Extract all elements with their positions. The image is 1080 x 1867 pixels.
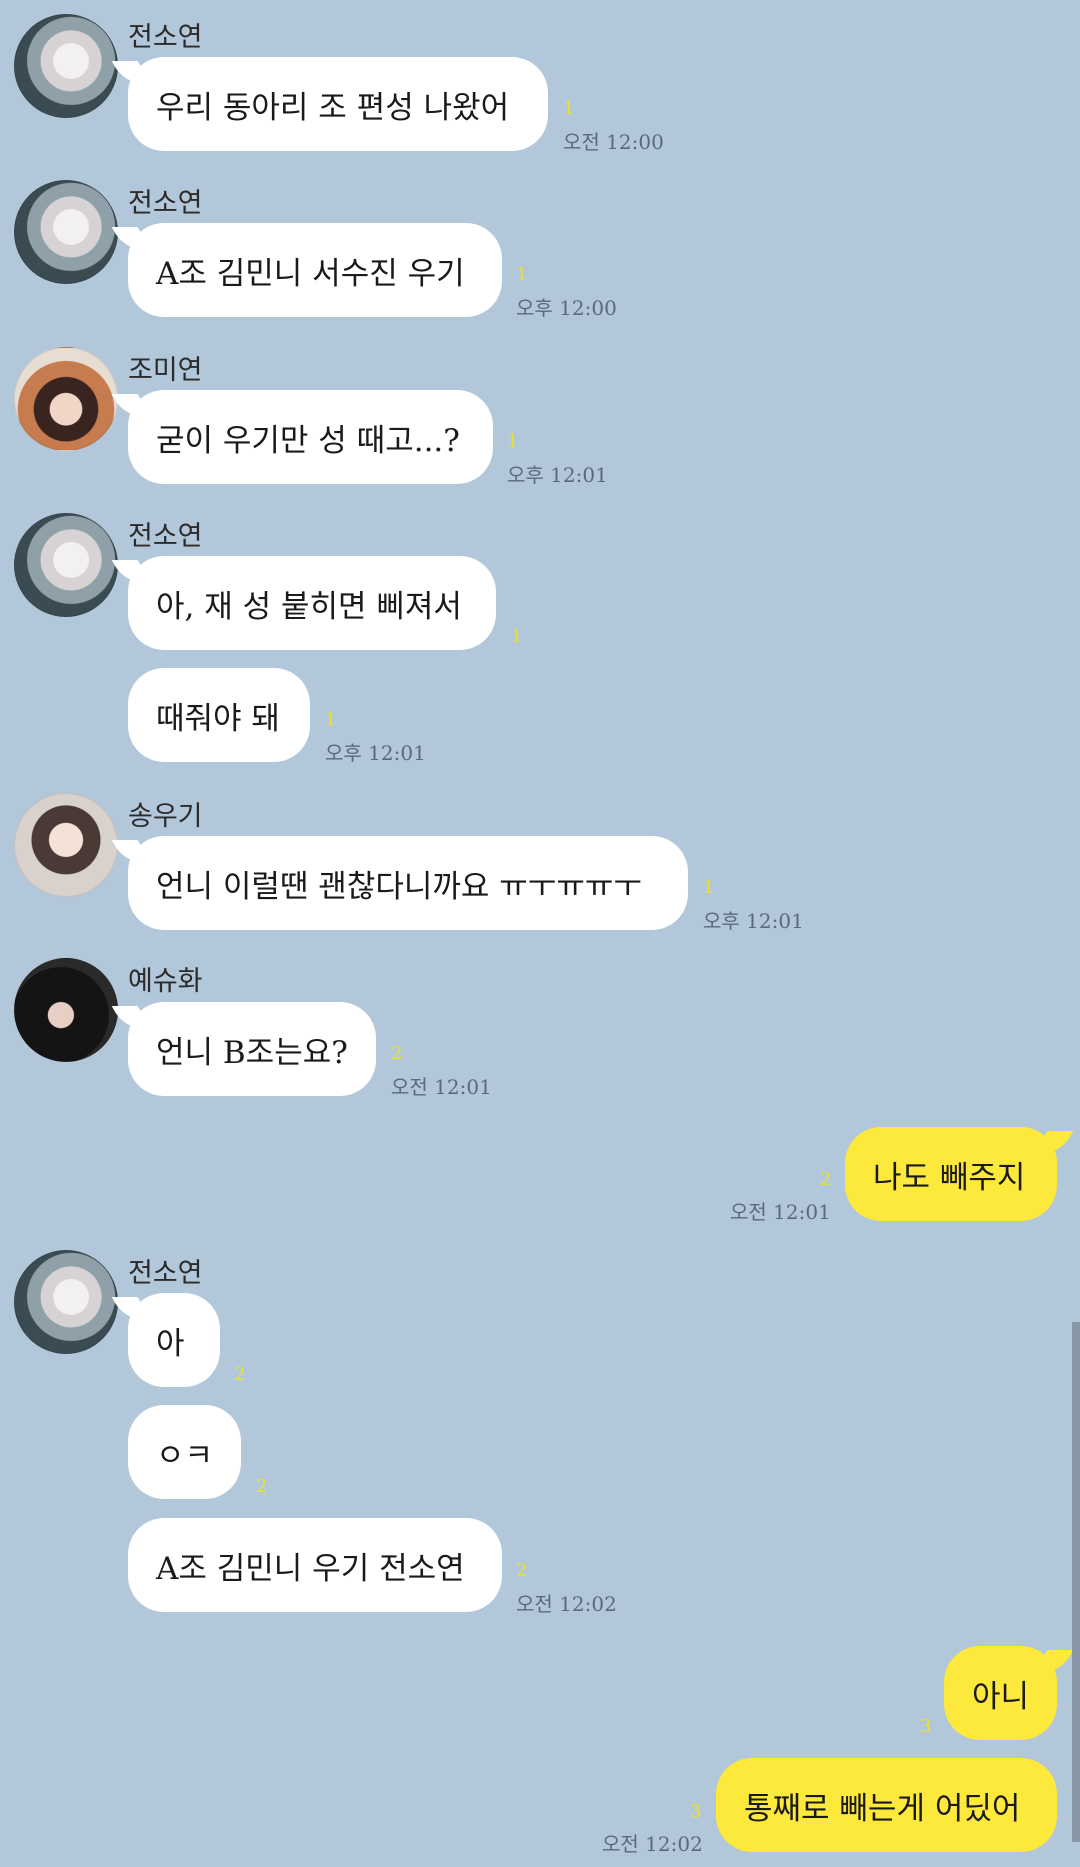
- unread-count: 1: [516, 264, 528, 285]
- unread-count: 2: [516, 1560, 528, 1581]
- message-bubble[interactable]: A조 김민니 우기 전소연: [128, 1518, 502, 1612]
- sender-name: 송우기: [128, 801, 203, 832]
- message-time: 오후 12:01: [325, 741, 426, 765]
- message-text: 굳이 우기만 성 때고...?: [156, 422, 460, 459]
- unread-count: 1: [507, 431, 519, 452]
- my-message-bubble[interactable]: 나도 빼주지: [845, 1127, 1057, 1221]
- unread-count: 2: [234, 1364, 246, 1385]
- unread-count: 2: [256, 1476, 268, 1497]
- message-text: 때줘야 돼: [156, 700, 280, 737]
- message-time: 오전 12:02: [602, 1832, 703, 1856]
- sender-name: 전소연: [128, 1258, 203, 1289]
- message-time: 오후 12:01: [507, 463, 608, 487]
- user-photo-icon: [15, 514, 117, 616]
- message-bubble[interactable]: 때줘야 돼: [128, 668, 310, 762]
- message-time: 오후 12:00: [516, 296, 617, 320]
- avatar[interactable]: [14, 180, 118, 284]
- unread-count: 3: [920, 1716, 932, 1737]
- message-text: A조 김민니 우기 전소연: [156, 1550, 465, 1587]
- message-bubble[interactable]: A조 김민니 서수진 우기: [128, 223, 502, 317]
- unread-count: 1: [511, 626, 523, 647]
- sender-name: 조미연: [128, 355, 203, 386]
- sender-name: 전소연: [128, 188, 203, 219]
- user-photo-icon: [15, 794, 117, 896]
- message-text: ㅇㅋ: [156, 1437, 214, 1474]
- message-text: 언니 B조는요?: [156, 1034, 348, 1071]
- user-photo-icon: [15, 15, 117, 117]
- unread-count: 2: [391, 1043, 403, 1064]
- message-bubble[interactable]: 언니 B조는요?: [128, 1002, 376, 1096]
- unread-count: 3: [690, 1801, 702, 1822]
- message-text: 통째로 빼는게 어딨어: [744, 1790, 1021, 1827]
- message-text: 아: [156, 1325, 185, 1362]
- avatar[interactable]: [14, 347, 118, 451]
- unread-count: 1: [703, 877, 715, 898]
- unread-count: 2: [820, 1169, 832, 1190]
- avatar[interactable]: [14, 14, 118, 118]
- message-bubble[interactable]: ㅇㅋ: [128, 1405, 241, 1499]
- message-bubble[interactable]: 언니 이럴땐 괜찮다니까요 ㅠㅜㅠㅠㅜ: [128, 836, 688, 930]
- message-text: A조 김민니 서수진 우기: [156, 255, 465, 292]
- message-time: 오전 12:02: [516, 1592, 617, 1616]
- message-time: 오전 12:01: [730, 1200, 831, 1224]
- user-photo-icon: [15, 181, 117, 283]
- user-photo-icon: [15, 959, 117, 1061]
- message-text: 우리 동아리 조 편성 나왔어: [156, 89, 510, 126]
- unread-count: 1: [563, 98, 575, 119]
- message-text: 언니 이럴땐 괜찮다니까요 ㅠㅜㅠㅠㅜ: [156, 868, 642, 905]
- avatar[interactable]: [14, 793, 118, 897]
- message-bubble[interactable]: 굳이 우기만 성 때고...?: [128, 390, 493, 484]
- message-text: 아, 재 성 붙히면 삐져서: [156, 588, 462, 625]
- message-bubble[interactable]: 우리 동아리 조 편성 나왔어: [128, 57, 548, 151]
- avatar[interactable]: [14, 1250, 118, 1354]
- message-bubble[interactable]: 아: [128, 1293, 220, 1387]
- avatar[interactable]: [14, 513, 118, 617]
- my-message-bubble[interactable]: 아니: [944, 1646, 1057, 1740]
- scrollbar[interactable]: [1072, 1322, 1080, 1842]
- message-text: 아니: [972, 1678, 1030, 1715]
- user-photo-icon: [15, 348, 117, 450]
- message-time: 오전 12:00: [563, 130, 664, 154]
- avatar[interactable]: [14, 958, 118, 1062]
- my-message-bubble[interactable]: 통째로 빼는게 어딨어: [716, 1758, 1057, 1852]
- sender-name: 전소연: [128, 22, 203, 53]
- message-time: 오전 12:01: [391, 1075, 492, 1099]
- sender-name: 예슈화: [128, 966, 203, 997]
- message-text: 나도 빼주지: [873, 1159, 1026, 1196]
- sender-name: 전소연: [128, 521, 203, 552]
- unread-count: 1: [325, 709, 337, 730]
- message-time: 오후 12:01: [703, 909, 804, 933]
- user-photo-icon: [15, 1251, 117, 1353]
- message-bubble[interactable]: 아, 재 성 붙히면 삐져서: [128, 556, 496, 650]
